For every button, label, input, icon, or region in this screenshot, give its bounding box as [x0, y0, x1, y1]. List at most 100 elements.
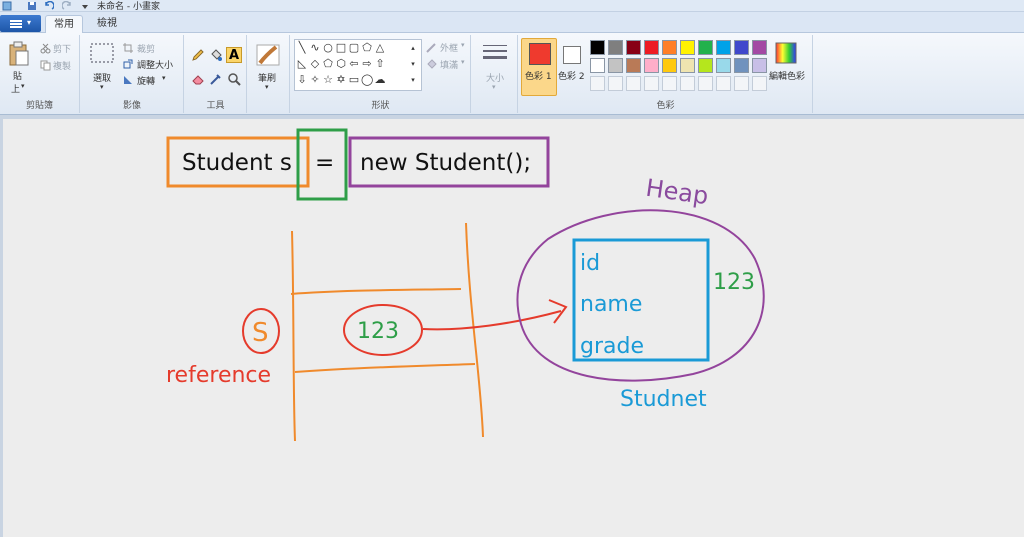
five-point-star-shape-icon[interactable]: ☆ [322, 74, 334, 86]
palette-color-swatch[interactable] [608, 40, 623, 55]
brushes-dropdown-icon[interactable]: ▾ [265, 83, 269, 91]
palette-color-swatch[interactable] [752, 40, 767, 55]
color2-label[interactable]: 色彩 2 [558, 69, 585, 82]
callout-oval-shape-icon[interactable]: ◯ [361, 74, 373, 86]
drawing-canvas[interactable]: Student s = new Student(); S reference 1… [3, 119, 1024, 537]
edit-colors-button[interactable]: 編輯色彩 [769, 69, 805, 82]
eraser-icon[interactable] [191, 72, 205, 86]
rectangle-shape-icon[interactable]: □ [335, 42, 347, 54]
outline-dropdown-icon[interactable]: ▾ [461, 41, 465, 49]
rounded-rectangle-shape-icon[interactable]: ▢ [348, 42, 360, 54]
four-point-star-shape-icon[interactable]: ✧ [309, 74, 321, 86]
palette-color-swatch[interactable] [590, 40, 605, 55]
palette-custom-slot[interactable] [626, 76, 641, 91]
palette-color-swatch[interactable] [590, 58, 605, 73]
save-icon[interactable] [27, 1, 37, 11]
line-shape-icon[interactable]: ╲ [296, 42, 308, 54]
edit-colors-icon[interactable] [775, 42, 797, 64]
pentagon-shape-icon[interactable]: ⬠ [322, 58, 334, 70]
palette-color-swatch[interactable] [626, 40, 641, 55]
palette-color-swatch[interactable] [716, 58, 731, 73]
paste-dropdown-icon[interactable]: ▾ [21, 82, 25, 90]
tab-home[interactable]: 常用 [45, 15, 83, 33]
color1-selector[interactable]: 色彩 1 [521, 38, 557, 96]
brushes-group: 筆刷 ▾ [248, 35, 290, 113]
oval-shape-icon[interactable]: ○ [322, 42, 334, 54]
six-point-star-shape-icon[interactable]: ✡ [335, 74, 347, 86]
palette-color-swatch[interactable] [698, 58, 713, 73]
palette-color-swatch[interactable] [752, 58, 767, 73]
curve-shape-icon[interactable]: ∿ [309, 42, 321, 54]
callout-rect-shape-icon[interactable]: ▭ [348, 74, 360, 86]
paste-button[interactable]: 貼 [13, 69, 22, 82]
reference-arrow [422, 310, 562, 331]
palette-color-swatch[interactable] [644, 58, 659, 73]
size-dropdown-icon[interactable]: ▾ [492, 83, 496, 91]
palette-custom-slot[interactable] [608, 76, 623, 91]
palette-color-swatch[interactable] [644, 40, 659, 55]
polygon-shape-icon[interactable]: ⬠ [361, 42, 373, 54]
color-picker-icon[interactable] [209, 72, 223, 86]
palette-custom-slot[interactable] [698, 76, 713, 91]
cloud-callout-shape-icon[interactable]: ☁ [374, 74, 386, 86]
palette-custom-slot[interactable] [716, 76, 731, 91]
palette-color-swatch[interactable] [662, 40, 677, 55]
diamond-shape-icon[interactable]: ◇ [309, 58, 321, 70]
rotate-button[interactable]: 旋轉 [137, 74, 155, 87]
palette-custom-slot[interactable] [590, 76, 605, 91]
right-triangle-shape-icon[interactable]: ◺ [296, 58, 308, 70]
fill-dropdown-icon[interactable]: ▾ [461, 58, 465, 66]
crop-button[interactable]: 裁剪 [137, 42, 155, 55]
palette-color-swatch[interactable] [716, 40, 731, 55]
hexagon-shape-icon[interactable]: ⬡ [335, 58, 347, 70]
shapes-expand-icon[interactable]: ▾ [407, 74, 419, 86]
app-menu-button[interactable]: ▾ [0, 15, 41, 32]
redo-icon[interactable] [62, 1, 72, 11]
object-type-label: Studnet [620, 387, 707, 412]
arrow-down-shape-icon[interactable]: ⇩ [296, 74, 308, 86]
palette-color-swatch[interactable] [680, 40, 695, 55]
undo-icon[interactable] [44, 1, 54, 11]
palette-color-swatch[interactable] [734, 58, 749, 73]
color2-swatch[interactable] [563, 46, 581, 64]
color-palette [590, 40, 770, 94]
magnifier-icon[interactable] [227, 72, 241, 86]
quick-access-dropdown-icon[interactable] [80, 1, 90, 11]
palette-color-swatch[interactable] [608, 58, 623, 73]
palette-color-swatch[interactable] [680, 58, 695, 73]
arrow-right-shape-icon[interactable]: ⇨ [361, 58, 373, 70]
shapes-scroll-down-icon[interactable]: ▾ [407, 58, 419, 70]
select-icon[interactable] [90, 43, 114, 65]
cut-button[interactable]: 剪下 [53, 42, 71, 55]
outline-button[interactable]: 外框 [440, 41, 458, 54]
palette-custom-slot[interactable] [752, 76, 767, 91]
arrow-up-shape-icon[interactable]: ⇧ [374, 58, 386, 70]
palette-custom-slot[interactable] [680, 76, 695, 91]
paste-icon[interactable] [8, 41, 30, 67]
fill-button[interactable]: 填滿 [440, 58, 458, 71]
tab-view[interactable]: 檢視 [88, 15, 126, 33]
rotate-dropdown-icon[interactable]: ▾ [162, 74, 166, 82]
fill-bucket-icon[interactable] [209, 48, 223, 62]
resize-button[interactable]: 調整大小 [137, 58, 173, 71]
shapes-gallery[interactable]: ╲ ∿ ○ □ ▢ ⬠ △ ◺ ◇ ⬠ ⬡ ⇦ ⇨ ⇧ ⇩ ✧ ☆ ✡ ▭ ◯ … [294, 39, 422, 91]
palette-custom-slot[interactable] [734, 76, 749, 91]
brush-icon[interactable] [256, 43, 282, 67]
triangle-shape-icon[interactable]: △ [374, 42, 386, 54]
arrow-left-shape-icon[interactable]: ⇦ [348, 58, 360, 70]
copy-button[interactable]: 複製 [53, 59, 71, 72]
pencil-icon[interactable] [191, 48, 205, 62]
palette-color-swatch[interactable] [662, 58, 677, 73]
paste-dropdown-label[interactable]: 上 [11, 82, 20, 95]
text-icon[interactable]: A [226, 47, 242, 63]
palette-color-swatch[interactable] [698, 40, 713, 55]
palette-color-swatch[interactable] [734, 40, 749, 55]
palette-color-swatch[interactable] [626, 58, 641, 73]
shapes-scroll-up-icon[interactable]: ▴ [407, 42, 419, 54]
palette-custom-slot[interactable] [662, 76, 677, 91]
select-dropdown-icon[interactable]: ▾ [100, 83, 104, 91]
palette-custom-slot[interactable] [644, 76, 659, 91]
app-menu-dropdown-icon: ▾ [27, 18, 32, 27]
size-icon[interactable] [482, 43, 508, 65]
color1-swatch [529, 43, 551, 65]
